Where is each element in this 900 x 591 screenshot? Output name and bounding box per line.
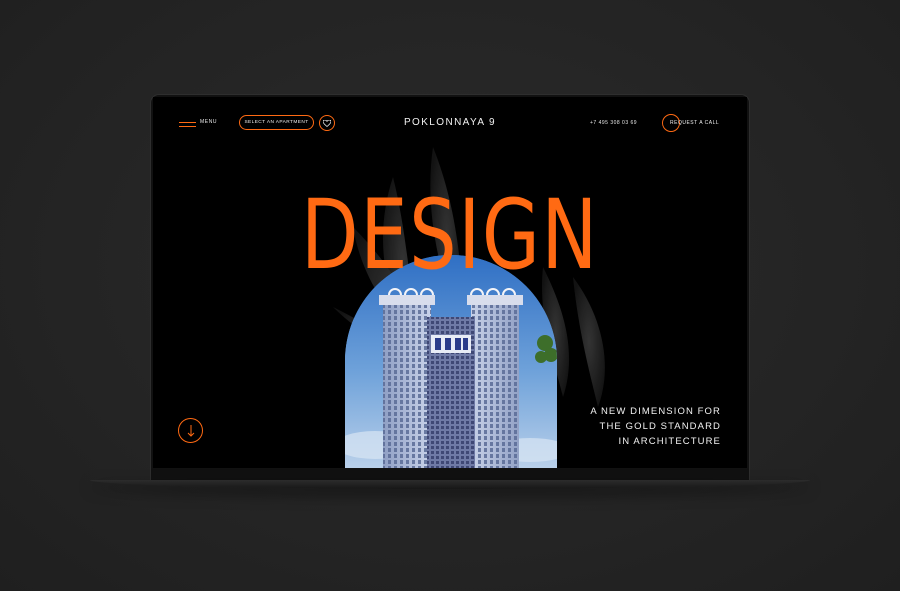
mockup-stage: MENU SELECT AN APARTMENT POKLONNAYA 9 +7… <box>0 0 900 591</box>
arrow-down-icon <box>187 424 194 437</box>
brand-logo[interactable]: POKLONNAYA 9 <box>153 117 747 128</box>
tagline-line: A NEW DIMENSION FOR <box>590 406 721 417</box>
website-screen: MENU SELECT AN APARTMENT POKLONNAYA 9 +7… <box>153 97 747 468</box>
scroll-down-button[interactable] <box>178 418 203 443</box>
laptop-base <box>90 480 810 489</box>
request-call-button[interactable]: REQUEST A CALL <box>670 120 719 126</box>
phone-number[interactable]: +7 495 308 03 69 <box>590 120 637 126</box>
tagline-line: THE GOLD STANDARD <box>599 421 721 432</box>
hero-headline: DESIGN <box>301 179 599 291</box>
hero-tagline: A NEW DIMENSION FOR THE GOLD STANDARD IN… <box>590 404 721 449</box>
tagline-line: IN ARCHITECTURE <box>618 436 721 447</box>
